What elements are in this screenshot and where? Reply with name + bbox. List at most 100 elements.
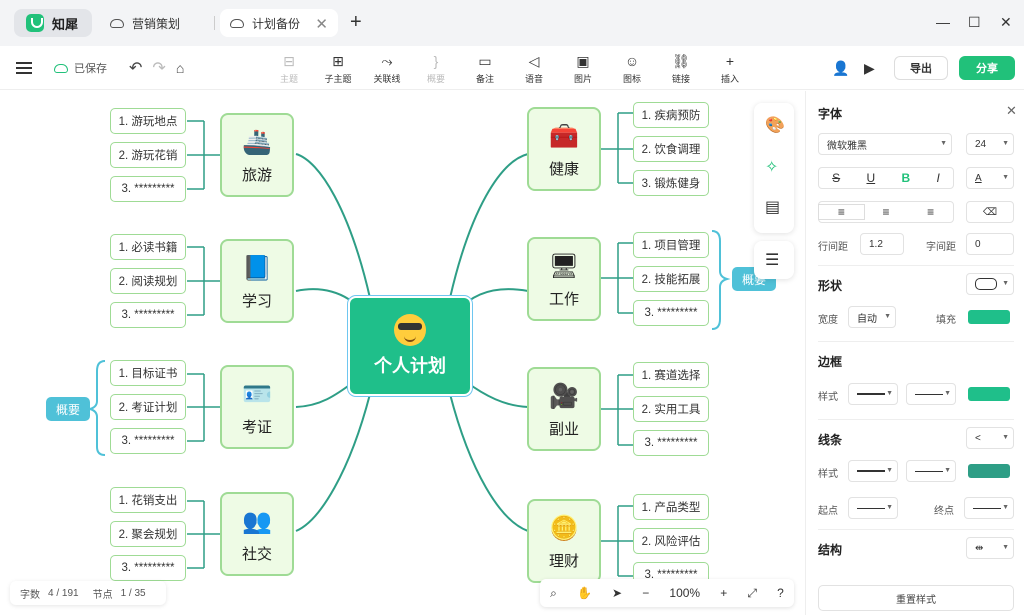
subtopic-node[interactable]: 1. 产品类型 [633,494,709,520]
fit-screen-icon[interactable]: ⤢ [747,586,757,601]
branch-topic[interactable]: 📘 学习 [220,239,294,323]
panel-close-icon[interactable]: ✕ [1006,103,1017,119]
add-tab-button[interactable]: + [350,11,362,34]
hamburger-menu-icon[interactable] [16,62,32,74]
align-center-icon[interactable]: ≡ [864,205,909,219]
maximize-icon[interactable]: ☐ [968,14,981,31]
line-start-select[interactable]: ▼ [848,497,898,519]
subtopic-node[interactable]: 2. 风险评估 [633,528,709,554]
tool-relation-line[interactable]: ⤳ 关联线 [365,52,409,85]
subtopic-node[interactable]: 2. 聚会规划 [110,521,186,547]
tool-subtopic[interactable]: ⊞ 子主题 [316,52,360,85]
tool-emoji[interactable]: ☺ 图标 [610,52,654,85]
outline-list-icon[interactable]: ☰ [765,250,779,270]
branch-topic[interactable]: 🧰 健康 [527,107,601,191]
border-color-swatch[interactable] [968,387,1010,401]
subtopic-node[interactable]: 2. 饮食调理 [633,136,709,162]
summary-node-left[interactable]: 概要 [46,397,91,421]
tab-marketing[interactable]: 营销策划 [100,9,214,37]
subtopic-node[interactable]: 3. ********* [633,430,709,456]
font-family-select[interactable]: 微软雅黑 ▼ [818,133,952,155]
zoom-level[interactable]: 100% [669,586,700,600]
align-right-icon[interactable]: ≡ [908,205,953,219]
tool-link[interactable]: ⛓ 链接 [659,52,703,85]
shape-select[interactable]: ▼ [966,273,1014,295]
subtopic-node[interactable]: 1. 赛道选择 [633,362,709,388]
letter-spacing-input[interactable]: 0 [966,233,1014,255]
line-type-select[interactable]: < ▼ [966,427,1014,449]
line-end-select[interactable]: ▼ [964,497,1014,519]
strikethrough-icon[interactable]: S [832,171,840,185]
border-line-style-select[interactable]: ▼ [848,383,898,405]
tool-image[interactable]: ▣ 图片 [561,52,605,85]
subtopic-node[interactable]: 3. 锻炼健身 [633,170,709,196]
tool-voice[interactable]: ◁ 语音 [512,52,556,85]
window-close-icon[interactable]: ✕ [1000,14,1012,31]
redo-icon[interactable]: ↷ [152,58,165,78]
subtopic-node[interactable]: 1. 项目管理 [633,232,709,258]
subtopic-node[interactable]: 1. 目标证书 [110,360,186,386]
reset-style-button[interactable]: 重置样式 [818,585,1014,611]
subtopic-node[interactable]: 1. 花销支出 [110,487,186,513]
tool-summary[interactable]: } 概要 [414,52,458,85]
layout-icon[interactable]: ▤ [765,197,780,217]
branch-topic[interactable]: 🖥 工作 [527,237,601,321]
subtopic-node[interactable]: 1. 疾病预防 [633,102,709,128]
tab-plan-backup[interactable]: 计划备份 ✕ [220,9,338,37]
line-width-select[interactable]: ▼ [906,460,956,482]
bold-icon[interactable]: B [901,171,910,185]
border-width-select[interactable]: ▼ [906,383,956,405]
palette-icon[interactable]: 🎨 [765,115,785,135]
export-button[interactable]: 导出 [894,56,948,80]
zoom-in-icon[interactable]: + [720,586,727,600]
italic-icon[interactable]: I [936,171,939,185]
text-color-select[interactable]: A ▼ [966,167,1014,189]
subtopic-node[interactable]: 3. ********* [633,300,709,326]
underline-icon[interactable]: U [866,171,875,185]
tool-insert[interactable]: + 插入 [708,52,752,85]
collaborator-icon[interactable]: 👤 [832,60,849,77]
tool-topic[interactable]: ⊟ 主题 [267,52,311,85]
app-home-tab[interactable]: 知犀 [14,9,92,37]
clear-format-button[interactable]: ⌫ [966,201,1014,223]
subtopic-node[interactable]: 3. ********* [110,428,186,454]
share-button[interactable]: 分享 [959,56,1015,80]
structure-select[interactable]: ⇹ ▼ [966,537,1014,559]
subtopic-node[interactable]: 2. 游玩花销 [110,142,186,168]
undo-icon[interactable]: ↶ [129,58,142,78]
style-brush-icon[interactable]: ✧ [765,157,778,177]
line-height-input[interactable]: 1.2 [860,233,904,255]
search-icon[interactable]: ⌕ [550,586,557,601]
format-painter-icon[interactable]: ⌂ [176,60,184,76]
minimize-icon[interactable]: — [936,14,950,30]
subtopic-node[interactable]: 2. 阅读规划 [110,268,186,294]
subtopic-node[interactable]: 3. ********* [110,302,186,328]
subtopic-node[interactable]: 1. 必读书籍 [110,234,186,260]
line-color-swatch[interactable] [968,464,1010,478]
subtopic-node[interactable]: 3. ********* [110,176,186,202]
presentation-icon[interactable]: ▶ [864,60,875,77]
branch-topic[interactable]: 🎥 副业 [527,367,601,451]
fill-color-swatch[interactable] [968,310,1010,324]
root-topic[interactable]: 个人计划 [350,298,470,394]
subtopic-node[interactable]: 1. 游玩地点 [110,108,186,134]
help-icon[interactable]: ? [777,586,784,600]
subtopic-node[interactable]: 2. 技能拓展 [633,266,709,292]
hand-icon[interactable]: ✋ [577,586,592,600]
pointer-icon[interactable]: ➤ [612,586,622,600]
branch-topic[interactable]: 🪙 理财 [527,499,601,583]
tool-note[interactable]: ▭ 备注 [463,52,507,85]
align-left-icon[interactable]: ≡ [819,205,864,219]
branch-topic[interactable]: 👥 社交 [220,492,294,576]
branch-topic[interactable]: 🚢 旅游 [220,113,294,197]
subtopic-node[interactable]: 3. ********* [110,555,186,581]
subtopic-node[interactable]: 2. 实用工具 [633,396,709,422]
zoom-out-icon[interactable]: − [642,586,649,600]
close-icon[interactable]: ✕ [315,15,328,33]
subtopic-node[interactable]: 2. 考证计划 [110,394,186,420]
line-style-select[interactable]: ▼ [848,460,898,482]
font-size-select[interactable]: 24 ▼ [966,133,1014,155]
branch-topic[interactable]: 🪪 考证 [220,365,294,449]
mindmap-canvas[interactable]: 个人计划 🚢 旅游 1. 游玩地点 2. 游玩花销 3. ********* 📘 学习 1. … [0,91,805,615]
width-select[interactable]: 自动 ▼ [848,306,896,328]
